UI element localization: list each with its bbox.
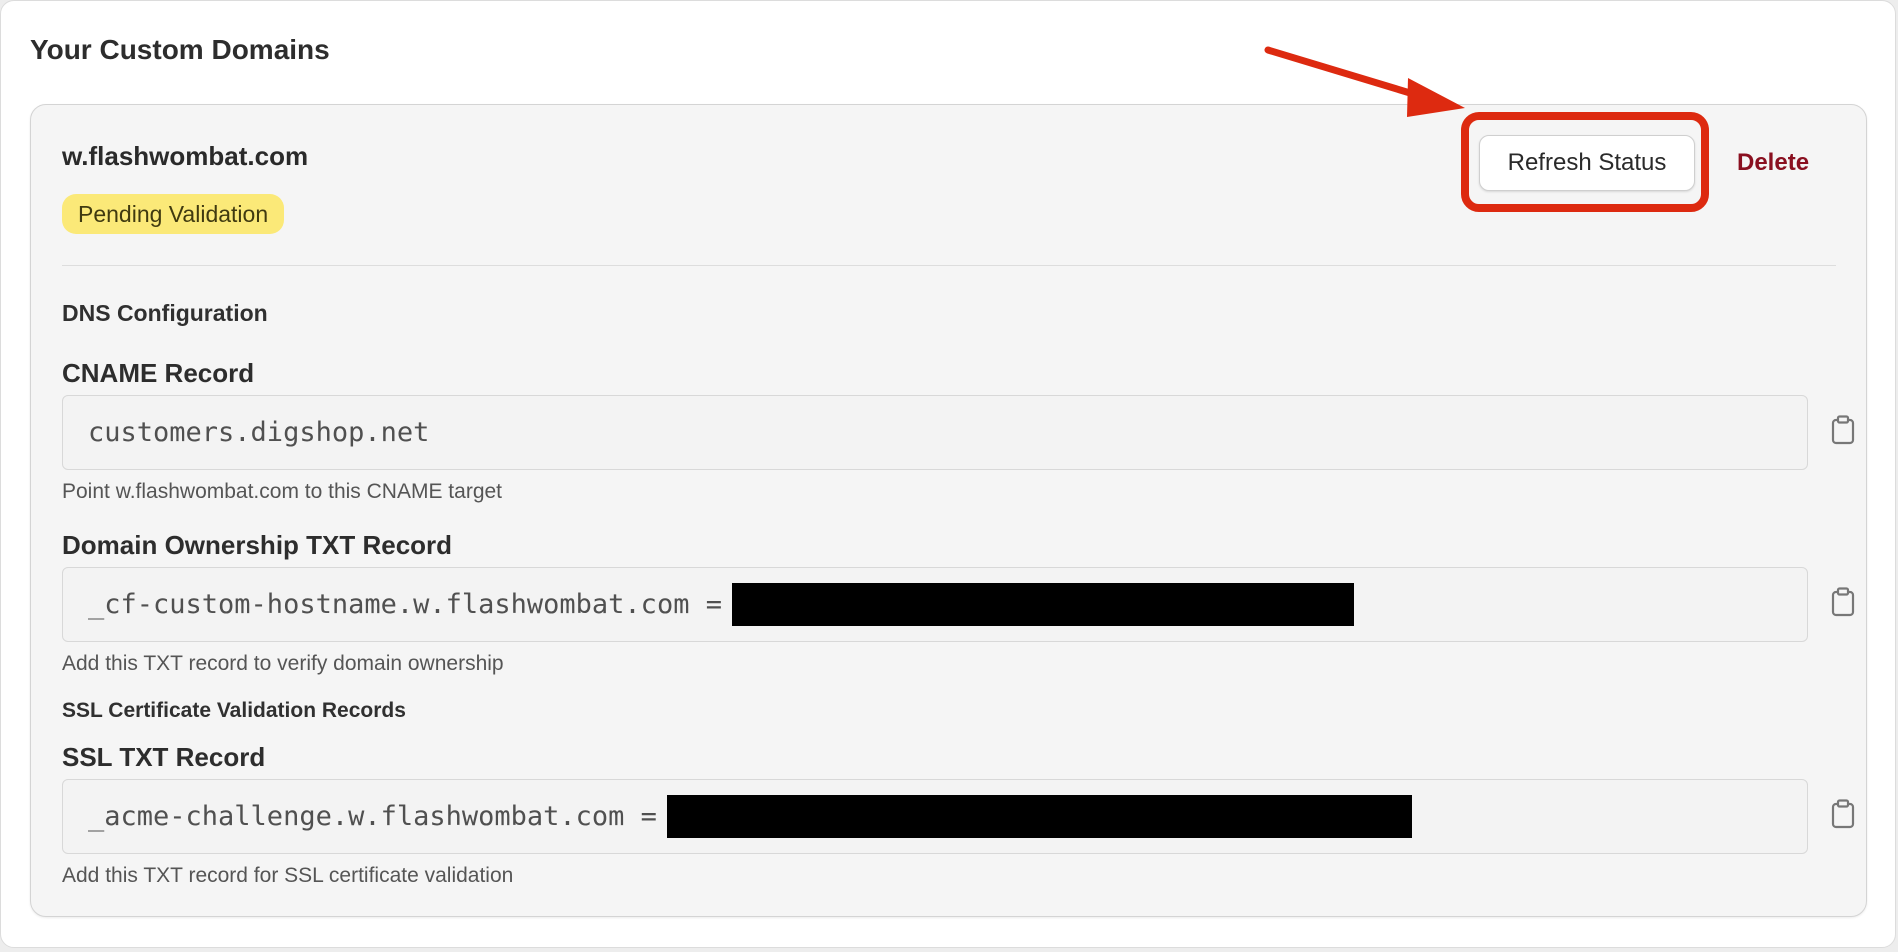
ssl-txt-help-text: Add this TXT record for SSL certificate … xyxy=(62,864,514,887)
highlight-box xyxy=(1461,112,1709,212)
ownership-txt-help-text: Add this TXT record to verify domain own… xyxy=(62,652,504,675)
ssl-txt-prefix: _acme-challenge.w.flashwombat.com = xyxy=(88,801,657,832)
cname-record-value: customers.digshop.net xyxy=(88,417,430,448)
ssl-txt-label: SSL TXT Record xyxy=(62,742,266,772)
section-title: Your Custom Domains xyxy=(30,34,330,65)
annotation-arrow-icon xyxy=(1264,46,1465,117)
ownership-txt-label: Domain Ownership TXT Record xyxy=(62,530,453,560)
domain-card: w.flashwombat.com Pending Validation Ref… xyxy=(30,104,1867,917)
redacted-value xyxy=(666,795,1412,838)
ownership-txt-prefix: _cf-custom-hostname.w.flashwombat.com = xyxy=(88,589,722,620)
clipboard-icon[interactable] xyxy=(1831,799,1855,829)
domain-name: w.flashwombat.com xyxy=(62,141,309,171)
clipboard-icon[interactable] xyxy=(1831,587,1855,617)
divider xyxy=(62,265,1836,266)
delete-button[interactable]: Delete xyxy=(1737,149,1809,177)
redacted-value xyxy=(731,583,1354,626)
cname-record-label: CNAME Record xyxy=(62,358,255,388)
dns-configuration-heading: DNS Configuration xyxy=(62,300,268,326)
ownership-txt-field[interactable]: _cf-custom-hostname.w.flashwombat.com = xyxy=(62,567,1808,642)
page: Your Custom Domains w.flashwombat.com Pe… xyxy=(0,0,1898,952)
cname-record-field[interactable]: customers.digshop.net xyxy=(62,395,1808,470)
status-badge: Pending Validation xyxy=(62,194,285,234)
ssl-validation-heading: SSL Certificate Validation Records xyxy=(62,699,406,722)
clipboard-icon[interactable] xyxy=(1831,415,1855,445)
cname-help-text: Point w.flashwombat.com to this CNAME ta… xyxy=(62,480,503,503)
ssl-txt-field[interactable]: _acme-challenge.w.flashwombat.com = xyxy=(62,779,1808,854)
